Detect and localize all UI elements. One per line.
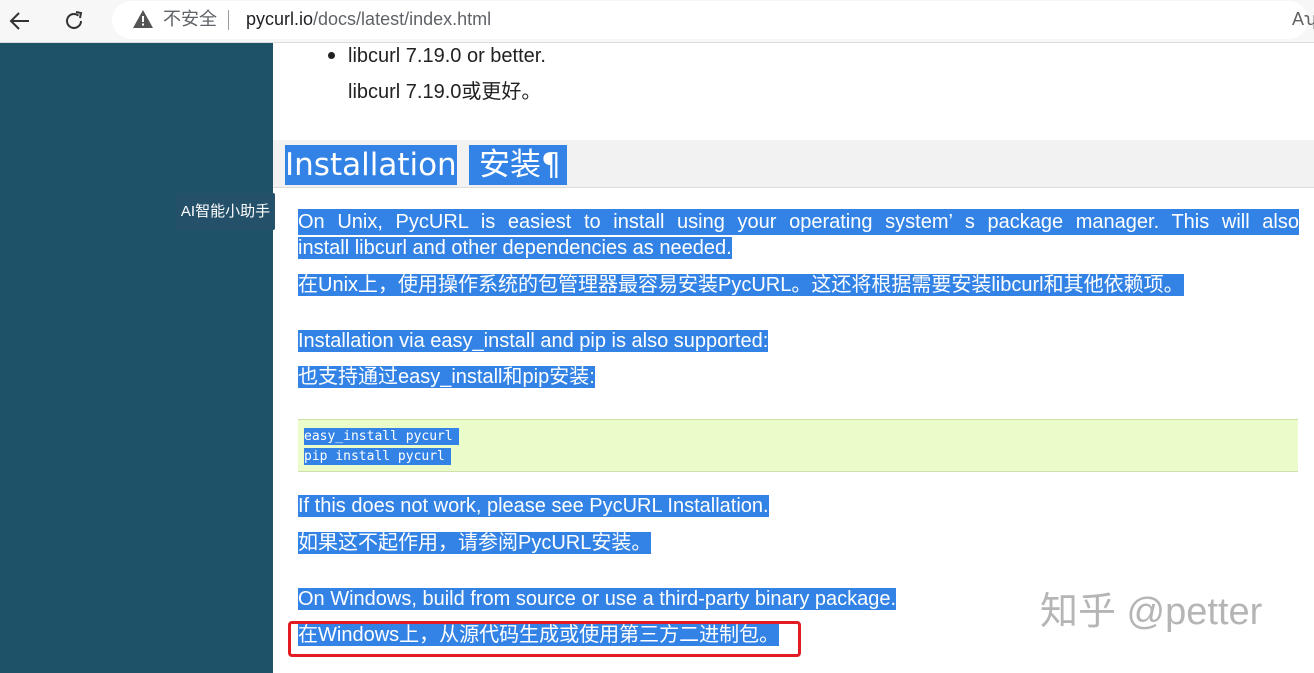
url-text[interactable]: pycurl.io/docs/latest/index.html: [246, 8, 491, 30]
doc-content: libcurl 7.19.0 or better. libcurl 7.19.0…: [273, 43, 1314, 673]
bullet-dot: [328, 52, 335, 59]
requirement-en: libcurl 7.19.0 or better.: [348, 45, 546, 67]
code-line-pip-install: pip install pycurl: [304, 448, 451, 465]
docs-sidebar: [0, 43, 273, 673]
warning-icon[interactable]: [132, 9, 154, 29]
zhihu-watermark: 知乎 @petter: [1040, 591, 1263, 633]
url-path: /docs/latest/index.html: [313, 9, 492, 29]
code-block: easy_install pycurl pip install pycurl: [298, 419, 1298, 472]
pip-paragraph-en: Installation via easy_install and pip is…: [298, 328, 769, 354]
back-arrow-icon: [9, 12, 29, 30]
unix-paragraph-zh: 在Unix上，使用操作系统的包管理器最容易安装PycURL。这还将根据需要安装l…: [298, 272, 1184, 298]
pip-paragraph-zh: 也支持通过easy_install和pip安装:: [298, 364, 595, 390]
code-line-easy-install: easy_install pycurl: [304, 428, 459, 445]
reload-button[interactable]: [57, 4, 91, 38]
unix-en-line1: On Unix, PycURL is easiest to install us…: [298, 209, 1299, 235]
url-host: pycurl.io: [246, 9, 314, 29]
ai-assistant-button[interactable]: AI智能小助手: [176, 193, 275, 230]
fail-paragraph-zh: 如果这不起作用，请参阅PycURL安装。: [298, 530, 652, 556]
requirement-zh: libcurl 7.19.0或更好。: [348, 81, 542, 103]
read-aloud-button[interactable]: Aʮ: [1292, 8, 1314, 30]
unix-en-line2: install libcurl and other dependencies a…: [298, 237, 732, 259]
address-divider: [228, 10, 229, 30]
unix-zh: 在Unix上，使用操作系统的包管理器最容易安装PycURL。这还将根据需要安装l…: [298, 274, 1184, 296]
pip-zh: 也支持通过easy_install和pip安装:: [298, 366, 595, 388]
fail-zh: 如果这不起作用，请参阅PycURL安装。: [298, 532, 652, 554]
highlight-box: [288, 621, 801, 657]
pip-en: Installation via easy_install and pip is…: [298, 330, 769, 352]
address-bar[interactable]: 不安全 pycurl.io/docs/latest/index.html Aʮ: [112, 1, 1314, 39]
fail-paragraph-en: If this does not work, please see PycURL…: [298, 493, 769, 519]
back-button[interactable]: [3, 4, 37, 38]
fail-en: If this does not work, please see PycURL…: [298, 495, 769, 517]
reload-icon: [66, 11, 83, 29]
unix-paragraph-en: On Unix, PycURL is easiest to install us…: [298, 209, 1299, 261]
windows-en: On Windows, build from source or use a t…: [298, 588, 897, 610]
heading-installation-en: Installation: [285, 145, 457, 185]
windows-paragraph-en: On Windows, build from source or use a t…: [298, 586, 897, 612]
browser-toolbar: 不安全 pycurl.io/docs/latest/index.html Aʮ: [0, 0, 1314, 43]
heading-installation-zh: 安装¶: [469, 145, 567, 185]
heading-divider: [273, 187, 1314, 188]
security-label[interactable]: 不安全: [163, 8, 217, 30]
